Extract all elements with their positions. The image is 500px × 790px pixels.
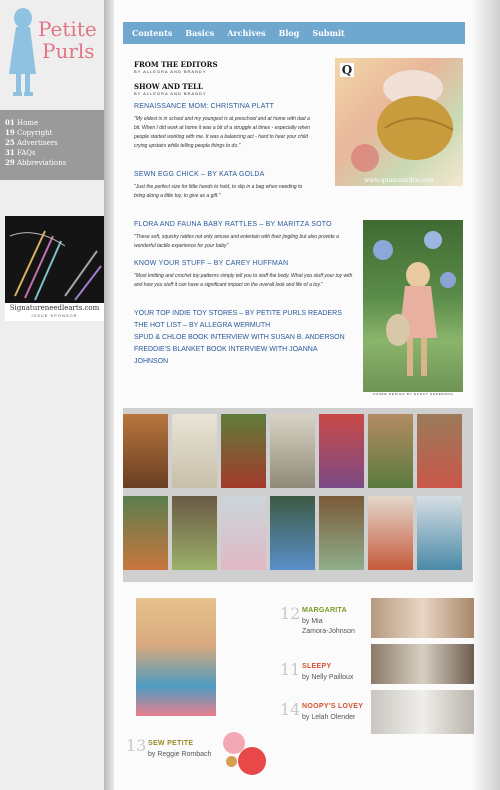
article-title[interactable]: FLORA AND FAUNA BABY RATTLES – BY MARITZ… [134,220,356,230]
show-and-tell-heading[interactable]: SHOW AND TELL [134,82,203,91]
nav-blog[interactable]: Blog [279,28,300,38]
show-byline: BY ALLEGRA AND BRANDY [134,91,207,96]
article-quote: "These soft, squishy rattles not only am… [134,234,339,249]
sidebar-nav: 01 Home 19 Copyright 25 Advertisers 31 F… [0,110,104,180]
pattern-title-noopys-lovey[interactable]: NOOPY'S LOVEY [302,703,363,710]
logo-line-1: Petite [38,17,97,41]
nav-archives[interactable]: Archives [227,28,265,38]
link-hot-list[interactable]: THE HOT LIST – BY ALLEGRA WERMUTH [134,320,364,332]
grid-photo[interactable] [270,496,315,570]
pattern-author: by Mia [302,618,323,625]
sponsor-url[interactable]: Signatureneedlearts.com [5,303,104,313]
link-freddies-blanket[interactable]: FREDDIE'S BLANKET BOOK INTERVIEW WITH JO… [134,344,349,368]
sleeping-baby-image [351,70,454,172]
page-number: 11 [280,660,301,679]
quince-ad-photo[interactable]: Q www.quinceandco.com [335,58,463,186]
grid-photo[interactable] [368,496,413,570]
small-button-icon [226,756,237,767]
pattern-author: by Nelly Pailloux [302,674,354,681]
from-the-editors-heading[interactable]: FROM THE EDITORS [134,60,218,69]
article-quote: "My eldest is in school and my youngest … [134,116,310,149]
sidebar-item-abbreviations[interactable]: 29 Abbreviations [5,158,104,168]
red-button-icon [238,747,266,775]
sleepy-thumbnail[interactable] [371,644,474,684]
quince-url: www.quinceandco.com [364,177,434,184]
grid-photo[interactable] [319,496,364,570]
grid-photo[interactable] [368,414,413,488]
grid-photo[interactable] [270,414,315,488]
editors-byline: BY ALLEGRA AND BRANDY [134,69,207,74]
pattern-title-sleepy[interactable]: SLEEPY [302,663,331,670]
link-indie-toy-stores[interactable]: YOUR TOP INDIE TOY STORES – BY PETITE PU… [134,308,364,320]
article-quote: "Most knitting and crochet toy patterns … [134,273,353,288]
grid-photo[interactable] [221,414,266,488]
article-baby-rattles: FLORA AND FAUNA BABY RATTLES – BY MARITZ… [134,220,356,251]
sponsor-caption: Signatureneedlearts.com ISSUE SPONSOR [5,303,104,321]
sponsor-ad[interactable]: Signatureneedlearts.com ISSUE SPONSOR [5,216,104,321]
sidebar-item-advertisers[interactable]: 25 Advertisers [5,138,104,148]
site-logo[interactable]: Petite Purls [38,18,97,62]
quince-logo-mark: Q [340,63,354,77]
page-number: 12 [280,604,301,623]
article-title[interactable]: KNOW YOUR STUFF – BY CAREY HUFFMAN [134,259,356,269]
grid-photo[interactable] [417,414,462,488]
more-articles-list: YOUR TOP INDIE TOY STORES – BY PETITE PU… [134,308,364,368]
page-number: 13 [126,736,147,755]
article-title[interactable]: SEWN EGG CHICK – BY KATA GOLDA [134,170,334,180]
grid-photo[interactable] [172,414,217,488]
article-title[interactable]: RENAISSANCE MOM: CHRISTINA PLATT [134,102,334,112]
article-renaissance-mom: RENAISSANCE MOM: CHRISTINA PLATT "My eld… [134,102,334,151]
doll-photo[interactable] [136,598,216,716]
top-navigation: Contents Basics Archives Blog Submit [123,22,465,44]
sidebar-item-faqs[interactable]: 31 FAQs [5,148,104,158]
nav-contents[interactable]: Contents [132,28,172,38]
right-page-edge [474,0,500,790]
cover-caption: COVER DESIGN BY NANCY ANDERSON [372,392,454,396]
page-number: 14 [280,700,301,719]
pattern-author-cont: Zamora-Johnson [302,628,355,635]
sidebar-item-home[interactable]: 01 Home [5,118,104,128]
article-sewn-egg-chick: SEWN EGG CHICK – BY KATA GOLDA "Just the… [134,170,334,201]
knitting-needles-image [5,216,104,303]
pattern-author: by Reggie Rombach [148,751,212,758]
sidebar-item-copyright[interactable]: 19 Copyright [5,128,104,138]
link-spud-chloe[interactable]: SPUD & CHLOE BOOK INTERVIEW WITH SUSAN B… [134,332,364,344]
main-page: Contents Basics Archives Blog Submit FRO… [114,0,474,790]
margarita-thumbnail[interactable] [371,598,474,638]
left-page-edge [104,0,114,790]
grid-photo[interactable] [123,414,168,488]
article-quote: "Just the perfect size for little hands … [134,184,303,199]
grid-photo[interactable] [123,496,168,570]
grid-photo[interactable] [417,496,462,570]
girl-silhouette-logo-icon [9,8,36,96]
grid-photo[interactable] [221,496,266,570]
pattern-list: 12 MARGARITA by Mia Zamora-Johnson 11 SL… [114,590,474,790]
nav-basics[interactable]: Basics [185,28,214,38]
nav-submit[interactable]: Submit [312,28,344,38]
noopys-lovey-thumbnail[interactable] [371,690,474,734]
grid-photo[interactable] [172,496,217,570]
pattern-title-sew-petite[interactable]: SEW PETITE [148,740,193,747]
pattern-author: by Lelah Olender [302,714,356,721]
sponsor-label: ISSUE SPONSOR [31,313,78,318]
grid-photo[interactable] [319,414,364,488]
logo-line-2: Purls [42,39,95,63]
article-know-your-stuff: KNOW YOUR STUFF – BY CAREY HUFFMAN "Most… [134,259,356,290]
cover-photo[interactable] [363,220,463,392]
girl-with-toy-image [373,231,456,376]
pattern-title-margarita[interactable]: MARGARITA [302,607,347,614]
toy-photo-grid [123,408,473,582]
